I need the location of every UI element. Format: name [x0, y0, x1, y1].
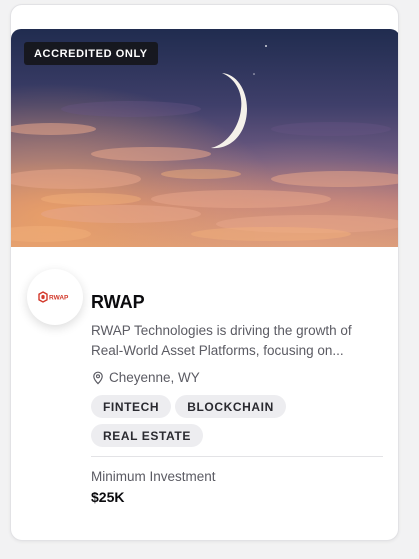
divider: [91, 456, 383, 457]
tag-list: FINTECH BLOCKCHAIN REAL ESTATE: [91, 395, 331, 447]
tag-blockchain[interactable]: BLOCKCHAIN: [175, 395, 286, 418]
minimum-investment-label: Minimum Investment: [91, 469, 216, 484]
minimum-investment-value: $25K: [91, 489, 125, 505]
company-location: Cheyenne, WY: [91, 368, 383, 388]
tag-fintech[interactable]: FINTECH: [91, 395, 172, 418]
hero-image: ACCREDITED ONLY: [11, 29, 398, 247]
map-pin-icon: [93, 371, 103, 385]
logo-text: RWAP: [49, 295, 69, 302]
company-card[interactable]: ACCREDITED ONLY RWAP RWAP RWAP Technolog…: [10, 4, 399, 541]
tag-real-estate[interactable]: REAL ESTATE: [91, 424, 203, 447]
rwap-logo-icon: RWAP: [38, 291, 69, 303]
company-name[interactable]: RWAP: [91, 291, 383, 313]
location-text: Cheyenne, WY: [109, 370, 200, 385]
accredited-only-badge: ACCREDITED ONLY: [24, 42, 158, 65]
company-logo: RWAP: [27, 269, 83, 325]
company-description: RWAP Technologies is driving the growth …: [91, 323, 352, 358]
